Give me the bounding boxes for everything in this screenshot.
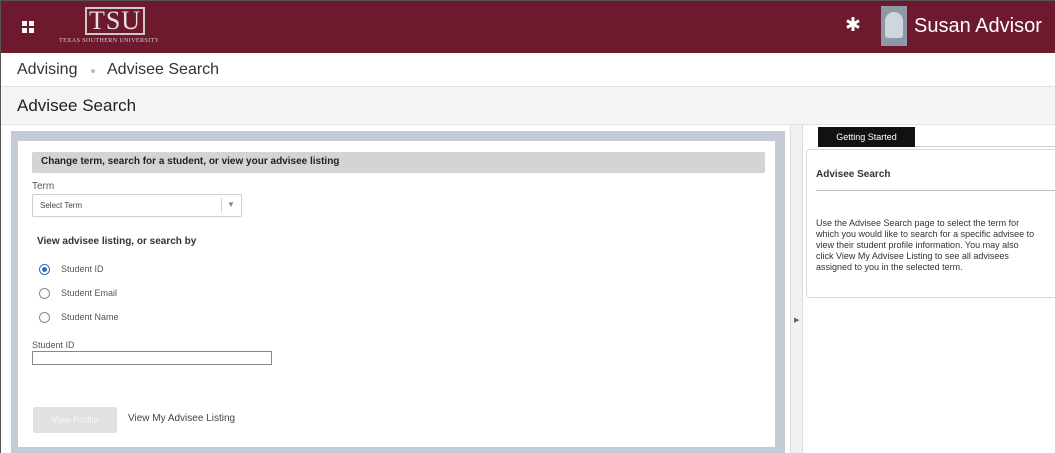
breadcrumb-advising[interactable]: Advising	[17, 61, 77, 79]
breadcrumb: Advising Advisee Search	[1, 53, 1055, 87]
panel-splitter[interactable]	[790, 125, 803, 453]
radio-label-student-name: Student Name	[61, 312, 119, 322]
breadcrumb-advisee-search[interactable]: Advisee Search	[107, 61, 219, 79]
gear-icon[interactable]: ✱	[843, 16, 863, 36]
radio-button[interactable]	[39, 312, 50, 323]
chevron-right-icon[interactable]: ▶	[794, 316, 799, 324]
view-advisee-listing-link[interactable]: View My Advisee Listing	[128, 413, 235, 424]
help-title: Advisee Search	[816, 169, 891, 180]
view-profile-button[interactable]: View Profile	[33, 407, 117, 433]
term-select[interactable]: Select Term ▼	[32, 194, 242, 217]
radio-button-checked[interactable]	[39, 264, 50, 275]
logo-text: TSU	[85, 7, 145, 35]
radio-label-student-email: Student Email	[61, 288, 118, 298]
search-by-label: View advisee listing, or search by	[37, 236, 197, 247]
term-label: Term	[32, 181, 55, 192]
radio-label-student-id: Student ID	[61, 264, 104, 274]
radio-button[interactable]	[39, 288, 50, 299]
page-title: Advisee Search	[17, 96, 137, 115]
help-divider	[816, 190, 1055, 191]
title-bar: Advisee Search	[1, 87, 1055, 125]
tab-getting-started[interactable]: Getting Started	[818, 127, 915, 147]
logo-subtitle: Texas Southern University	[59, 38, 160, 44]
main-panel	[18, 141, 775, 447]
avatar[interactable]	[881, 6, 907, 46]
help-text: Use the Advisee Search page to select th…	[816, 218, 1035, 272]
tsu-logo[interactable]: TSU Texas Southern University	[59, 7, 177, 49]
select-divider	[221, 198, 222, 213]
breadcrumb-separator	[91, 69, 95, 73]
student-id-label: Student ID	[32, 340, 75, 350]
user-name[interactable]: Susan Advisor	[914, 14, 1042, 38]
student-id-input[interactable]	[32, 351, 272, 365]
term-select-value: Select Term	[40, 201, 83, 210]
chevron-down-icon: ▼	[227, 200, 235, 209]
tab-underline	[915, 146, 1055, 147]
section-title: Change term, search for a student, or vi…	[41, 156, 340, 167]
section-header: Change term, search for a student, or vi…	[32, 152, 765, 173]
apps-grid-icon[interactable]	[22, 21, 34, 33]
